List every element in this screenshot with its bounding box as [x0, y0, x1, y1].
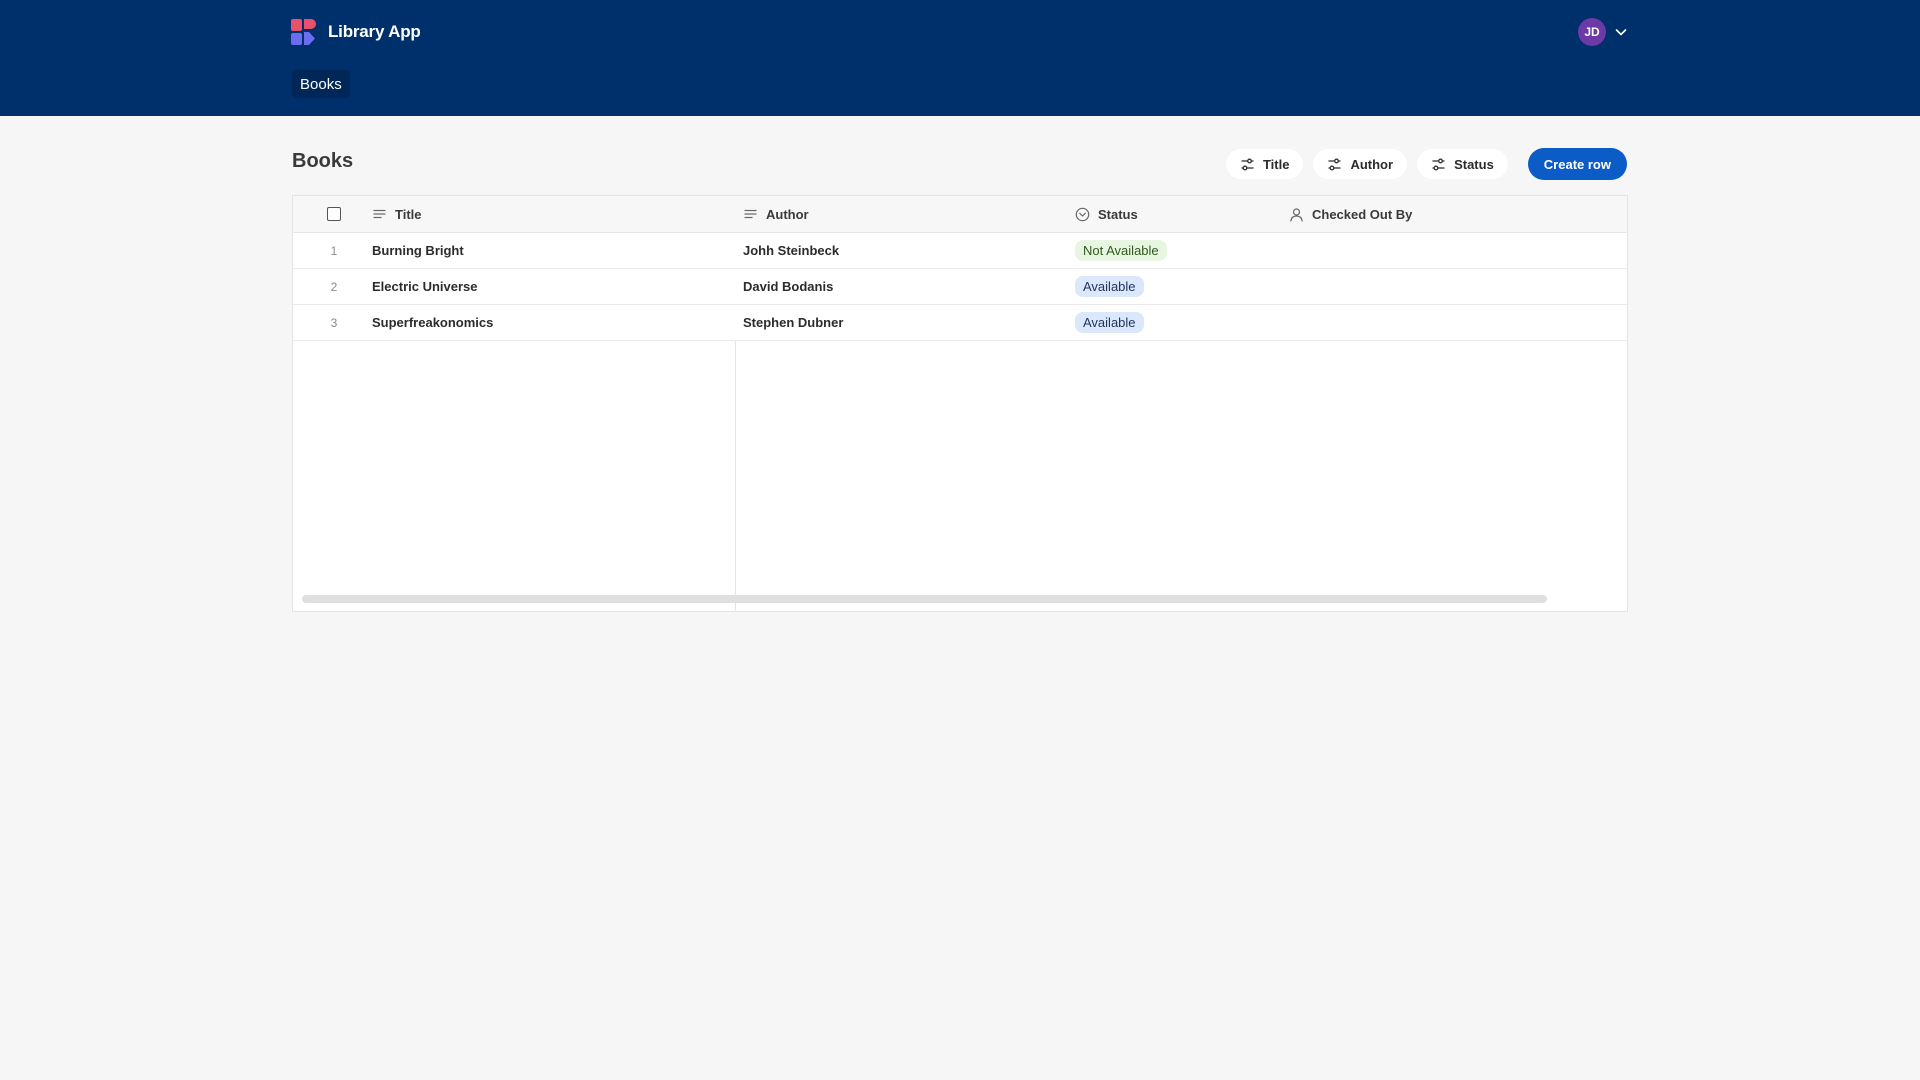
column-header-status[interactable]: Status — [1067, 196, 1281, 232]
cell-status[interactable]: Not Available — [1067, 233, 1281, 268]
table-header: Title Author Status Checked Out By — [293, 196, 1627, 233]
cell-status[interactable]: Available — [1067, 305, 1281, 340]
filter-status-label: Status — [1454, 156, 1494, 172]
app-name: Library App — [328, 22, 421, 41]
column-header-label: Title — [395, 206, 422, 222]
app-header: Library App Books JD — [0, 0, 1920, 116]
app-logo-icon — [291, 19, 316, 45]
column-header-label: Author — [766, 206, 809, 222]
column-header-checked-out-by[interactable]: Checked Out By — [1281, 196, 1627, 232]
nav-tab-books[interactable]: Books — [292, 70, 350, 98]
text-lines-icon — [373, 209, 386, 218]
table-row[interactable]: 3 Superfreakonomics Stephen Dubner Avail… — [293, 305, 1627, 341]
select-all-cell — [293, 196, 371, 232]
avatar[interactable]: JD — [1578, 18, 1606, 46]
toolbar: Title Author Status Create row — [1225, 148, 1627, 180]
filter-title-button[interactable]: Title — [1225, 149, 1304, 179]
create-row-button[interactable]: Create row — [1527, 148, 1627, 180]
cell-title[interactable]: Burning Bright — [371, 233, 735, 268]
table-row[interactable]: 2 Electric Universe David Bodanis Availa… — [293, 269, 1627, 305]
filter-status-button[interactable]: Status — [1417, 149, 1508, 179]
row-number: 1 — [330, 243, 338, 258]
sliders-icon — [1328, 158, 1341, 170]
cell-title[interactable]: Superfreakonomics — [371, 305, 735, 340]
user-menu[interactable]: JD — [1578, 18, 1628, 46]
status-badge: Available — [1075, 312, 1144, 333]
filter-title-label: Title — [1262, 156, 1290, 172]
filter-author-button[interactable]: Author — [1313, 149, 1408, 179]
horizontal-scrollbar[interactable] — [302, 595, 1547, 603]
books-table: Title Author Status Checked Out By 1 Bur… — [292, 195, 1628, 612]
app-brand[interactable]: Library App — [291, 18, 421, 46]
cell-title[interactable]: Electric Universe — [371, 269, 735, 304]
chevron-down-icon[interactable] — [1614, 25, 1628, 39]
cell-author[interactable]: David Bodanis — [735, 269, 1067, 304]
table-row[interactable]: 1 Burning Bright Johh Steinbeck Not Avai… — [293, 233, 1627, 269]
chevron-circle-icon — [1075, 207, 1090, 221]
cell-status[interactable]: Available — [1067, 269, 1281, 304]
column-header-label: Checked Out By — [1312, 206, 1413, 222]
column-header-label: Status — [1098, 206, 1138, 222]
sliders-icon — [1432, 158, 1445, 170]
cell-checked-out-by[interactable] — [1281, 233, 1627, 268]
row-number: 3 — [330, 315, 338, 330]
column-header-title[interactable]: Title — [371, 196, 735, 232]
status-badge: Not Available — [1075, 240, 1167, 261]
cell-author[interactable]: Stephen Dubner — [735, 305, 1067, 340]
column-header-author[interactable]: Author — [735, 196, 1067, 232]
row-number: 2 — [330, 279, 338, 294]
person-icon — [1290, 207, 1303, 222]
sliders-icon — [1241, 158, 1254, 170]
status-badge: Available — [1075, 276, 1144, 297]
text-lines-icon — [744, 209, 757, 218]
page-title: Books — [292, 150, 354, 172]
select-all-checkbox[interactable] — [327, 207, 341, 221]
cell-author[interactable]: Johh Steinbeck — [735, 233, 1067, 268]
cell-checked-out-by[interactable] — [1281, 305, 1627, 340]
filter-author-label: Author — [1350, 156, 1394, 172]
cell-checked-out-by[interactable] — [1281, 269, 1627, 304]
